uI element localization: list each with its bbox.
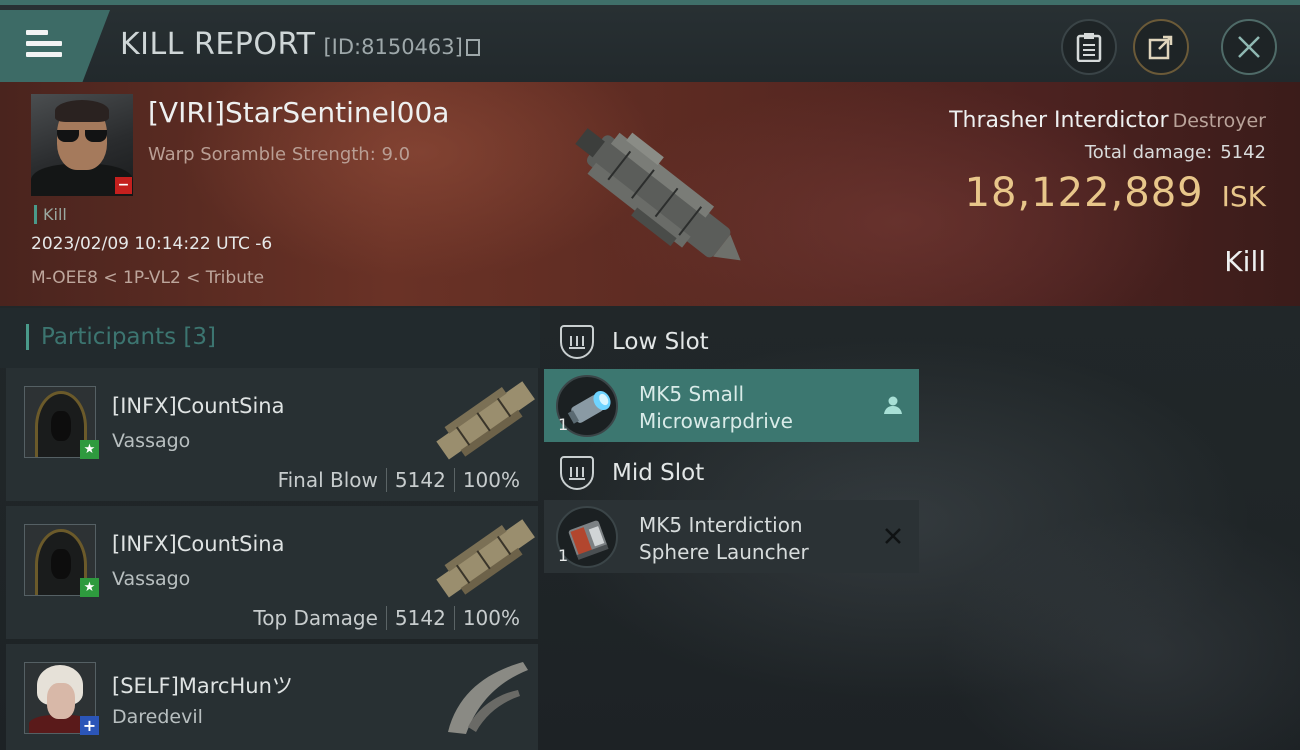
fitting-panel: Low Slot 1 MK5 Small Microwarpdrive Mid … (540, 308, 1300, 750)
module-name: MK5 Interdiction Sphere Launcher (639, 512, 809, 566)
module-name-line1: MK5 Small (639, 382, 744, 406)
share-icon (1148, 35, 1173, 60)
fleet-plus-badge-icon: + (80, 716, 99, 735)
low-slot-header: Low Slot (560, 322, 709, 362)
participant-name: [SELF]MarcHunツ (112, 674, 293, 698)
participant-ship-image (436, 381, 535, 460)
low-slot-label: Low Slot (612, 329, 709, 355)
low-slot-icon (560, 325, 594, 359)
module-item[interactable]: 1 MK5 Small Microwarpdrive (544, 369, 919, 442)
victim-ship-image (575, 128, 741, 261)
module-quantity: 1 (558, 546, 569, 565)
module-item[interactable]: 1 MK5 Interdiction Sphere Launcher (544, 500, 919, 573)
victim-ship-name[interactable]: Thrasher Interdictor Destroyer (949, 108, 1266, 133)
close-button[interactable] (1221, 19, 1277, 75)
mid-slot-icon (560, 456, 594, 490)
total-damage-value: 5142 (1220, 142, 1266, 163)
participant-damage: 5142 (394, 468, 446, 492)
isk-unit: ISK (1221, 180, 1266, 213)
ship-class: Destroyer (1172, 110, 1266, 132)
participant-row[interactable]: + [SELF]MarcHunツ Daredevil (6, 644, 538, 750)
participant-ship: Daredevil (112, 706, 203, 728)
module-name-line2: Sphere Launcher (639, 540, 809, 564)
participant-role: Top Damage (253, 606, 378, 630)
participant-percent: 100% (462, 606, 520, 630)
corp-star-badge-icon: ★ (80, 440, 99, 459)
module-quantity: 1 (558, 415, 569, 434)
participant-ship: Vassago (112, 430, 191, 452)
report-id: [ID:8150463] (323, 35, 463, 59)
ship-name-text: Thrasher Interdictor (949, 108, 1169, 133)
module-name-line2: Microwarpdrive (639, 409, 793, 433)
total-damage: Total damage: 5142 (1085, 142, 1266, 163)
share-button[interactable] (1133, 19, 1189, 75)
participant-stats: Final Blow 5142 100% (270, 468, 528, 492)
warp-scramble-strength: Warp Soramble Strength: 9.0 (148, 144, 411, 165)
destroyed-x-icon (885, 528, 901, 544)
dropped-person-icon (884, 396, 902, 414)
corp-star-badge-icon: ★ (80, 578, 99, 597)
close-icon (1238, 36, 1260, 58)
participant-ship: Vassago (112, 568, 191, 590)
mid-slot-label: Mid Slot (612, 460, 705, 486)
page-title: KILL REPORT [ID:8150463] (120, 27, 480, 62)
participant-row[interactable]: ★ [INFX]CountSina Vassago Final Blow 5142… (6, 368, 538, 501)
participant-name: [INFX]CountSina (112, 532, 285, 556)
isk-value: 18,122,889 (964, 170, 1204, 216)
participant-ship-image (448, 662, 528, 734)
menu-button[interactable] (0, 10, 110, 82)
participant-stats: Top Damage 5142 100% (245, 606, 528, 630)
total-damage-label: Total damage: (1084, 142, 1213, 163)
module-name-line1: MK5 Interdiction (639, 513, 803, 537)
participant-role: Final Blow (277, 468, 378, 492)
participants-title: Participants [3] (26, 324, 216, 350)
participant-ship-image (436, 519, 535, 598)
clipboard-icon (1076, 33, 1102, 62)
isk-value-row: 18,122,889 ISK (965, 170, 1266, 216)
module-name: MK5 Small Microwarpdrive (639, 381, 793, 435)
participant-damage: 5142 (394, 606, 446, 630)
copy-id-icon[interactable] (465, 39, 480, 56)
title-text: KILL REPORT (120, 27, 316, 62)
participant-name: [INFX]CountSina (112, 394, 285, 418)
kill-datetime: 2023/02/09 10:14:22 UTC -6 (31, 234, 273, 254)
participant-row[interactable]: ★ [INFX]CountSina Vassago Top Damage 5142… (6, 506, 538, 639)
kill-result-label: Kill (1224, 245, 1266, 278)
hostile-badge-icon: − (115, 177, 132, 194)
clipboard-button[interactable] (1061, 19, 1117, 75)
mid-slot-header: Mid Slot (560, 453, 704, 493)
header-bar: KILL REPORT [ID:8150463] (0, 0, 1300, 82)
kill-location: M-OEE8 < 1P-VL2 < Tribute (31, 268, 265, 288)
hamburger-menu-icon (26, 30, 62, 60)
kill-status-tag: Kill (34, 205, 67, 224)
victim-name[interactable]: [VIRI]StarSentinel00a (148, 96, 449, 129)
participant-percent: 100% (462, 468, 520, 492)
